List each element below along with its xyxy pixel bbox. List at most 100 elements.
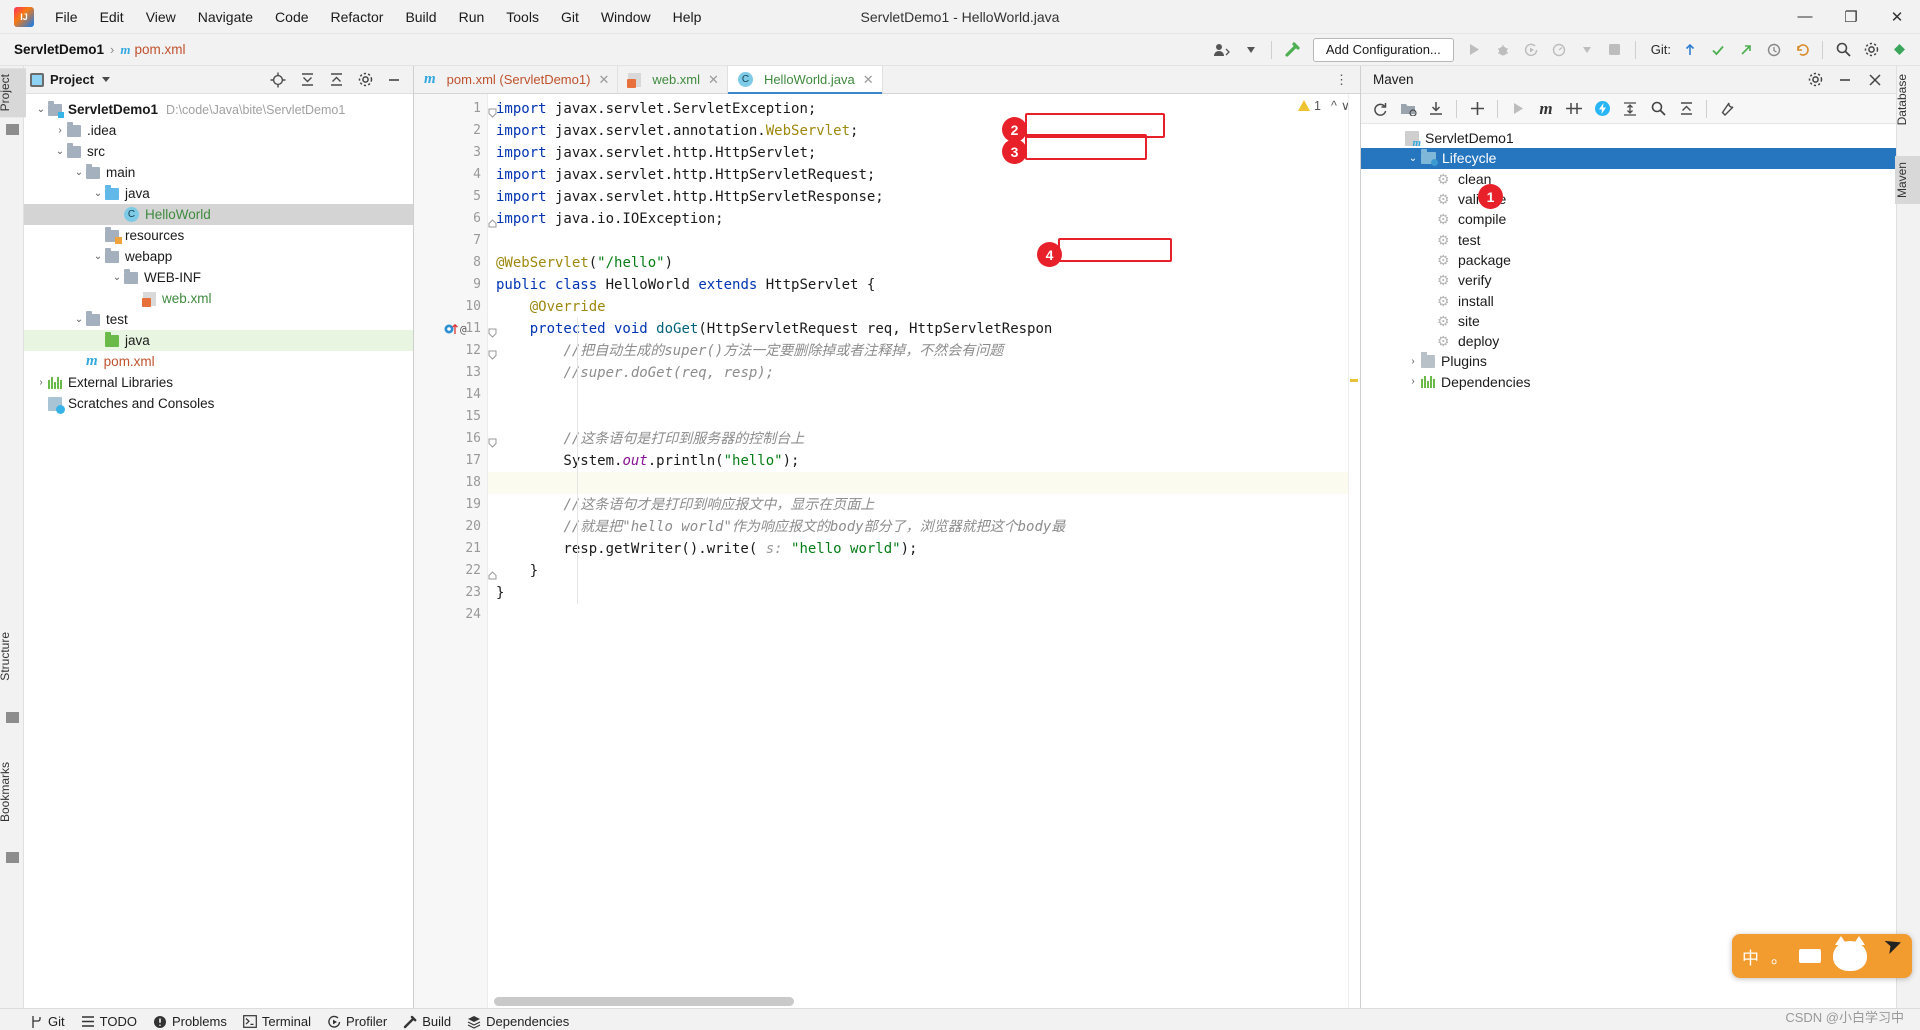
- editor-marker-strip[interactable]: [1348, 94, 1360, 1008]
- menu-item-refactor[interactable]: Refactor: [320, 4, 395, 30]
- tree-node-helloworld[interactable]: C HelloWorld: [24, 204, 413, 225]
- bottom-tab-profiler[interactable]: Profiler: [323, 1014, 399, 1029]
- close-tab-icon[interactable]: ✕: [708, 72, 719, 88]
- maven-node-servletdemo1[interactable]: ServletDemo1: [1361, 128, 1896, 149]
- gutter-line[interactable]: 15: [414, 406, 487, 428]
- maven-settings-gear-icon[interactable]: [1802, 67, 1828, 93]
- tree-node-webapp[interactable]: ⌄ webapp: [24, 246, 413, 267]
- run-coverage-icon[interactable]: [1518, 37, 1544, 63]
- settings-gear-icon[interactable]: [1858, 37, 1884, 63]
- code-editor[interactable]: 1 2 3 4 5 6 7 8 9 10 11 @12 13 14 15 16 17 18 19 20 21 22 23 24…: [414, 94, 1360, 1008]
- tree-expand-arrow-icon[interactable]: ⌄: [72, 314, 86, 325]
- expand-all-icon[interactable]: [294, 67, 320, 93]
- tree-expand-arrow-icon[interactable]: ⌄: [34, 104, 48, 115]
- tree-node-main[interactable]: ⌄ main: [24, 162, 413, 183]
- locate-file-icon[interactable]: [265, 67, 291, 93]
- tree-node-test[interactable]: ⌄ test: [24, 309, 413, 330]
- code-line[interactable]: }: [488, 582, 1360, 604]
- collapse-tree-icon[interactable]: [1673, 97, 1699, 121]
- stop-icon[interactable]: [1602, 37, 1628, 63]
- code-line[interactable]: [488, 472, 1360, 494]
- maven-tree[interactable]: ServletDemo1⌄Lifecycle⚙clean⚙validate⚙co…: [1361, 124, 1896, 1008]
- code-line[interactable]: [488, 604, 1360, 626]
- sidebar-tab-database[interactable]: Database: [1895, 68, 1920, 131]
- editor-tabs-options-icon[interactable]: ⋮: [1323, 66, 1360, 93]
- menu-item-edit[interactable]: Edit: [89, 4, 135, 30]
- execute-maven-goal-icon[interactable]: m: [1533, 97, 1559, 121]
- tree-expand-arrow-icon[interactable]: ›: [1405, 376, 1421, 387]
- code-line[interactable]: System.out.println("hello");: [488, 450, 1360, 472]
- profile-icon[interactable]: [1546, 37, 1572, 63]
- code-line[interactable]: protected void doGet(HttpServletRequest …: [488, 318, 1360, 340]
- run-maven-goal-icon[interactable]: [1505, 97, 1531, 121]
- run-icon[interactable]: [1462, 37, 1488, 63]
- sidebar-tab-project[interactable]: Project: [0, 68, 26, 118]
- gutter-line[interactable]: 21: [414, 538, 487, 560]
- maven-node-deploy[interactable]: ⚙ deploy: [1361, 331, 1896, 351]
- line-number-gutter[interactable]: 1 2 3 4 5 6 7 8 9 10 11 @12 13 14 15 16 17 18 19 20 21 22 23 24: [414, 94, 497, 1008]
- code-line[interactable]: import javax.servlet.ServletException;: [488, 98, 1360, 120]
- maven-node-validate[interactable]: ⚙validate: [1361, 189, 1896, 209]
- horizontal-scrollbar[interactable]: [494, 997, 794, 1006]
- ime-keyboard-icon[interactable]: [1799, 949, 1822, 963]
- menu-item-build[interactable]: Build: [394, 4, 447, 30]
- project-strip-icon[interactable]: [6, 124, 19, 135]
- maven-node-install[interactable]: ⚙ install: [1361, 290, 1896, 310]
- close-tab-icon[interactable]: ✕: [863, 72, 874, 88]
- maven-node-compile[interactable]: ⚙ compile: [1361, 209, 1896, 229]
- code-line[interactable]: }: [488, 560, 1360, 582]
- git-commit-icon[interactable]: [1705, 37, 1731, 63]
- download-sources-icon[interactable]: [1423, 97, 1449, 121]
- tree-node-src[interactable]: ⌄ src: [24, 141, 413, 162]
- gutter-line[interactable]: 22: [414, 560, 497, 582]
- bottom-tab-git[interactable]: Git: [26, 1014, 77, 1029]
- inspection-widget[interactable]: 1 ^ ∨: [1298, 98, 1350, 113]
- ime-punctuation-label[interactable]: 。: [1771, 944, 1787, 968]
- collapse-all-icon[interactable]: [323, 67, 349, 93]
- git-history-icon[interactable]: [1761, 37, 1787, 63]
- gutter-line[interactable]: 24: [414, 604, 487, 626]
- gutter-line[interactable]: 7: [414, 230, 487, 252]
- maven-close-icon[interactable]: [1862, 67, 1888, 93]
- tree-expand-arrow-icon[interactable]: ⌄: [91, 188, 105, 199]
- sidebar-tab-structure[interactable]: Structure: [0, 626, 26, 687]
- menu-item-tools[interactable]: Tools: [495, 4, 550, 30]
- menu-item-navigate[interactable]: Navigate: [187, 4, 264, 30]
- maven-node-plugins[interactable]: › Plugins: [1361, 351, 1896, 371]
- menu-item-code[interactable]: Code: [264, 4, 319, 30]
- code-line[interactable]: public class HelloWorld extends HttpServ…: [488, 274, 1360, 296]
- tree-node--idea[interactable]: › .idea: [24, 120, 413, 141]
- tree-expand-arrow-icon[interactable]: ›: [53, 125, 67, 136]
- gutter-line[interactable]: 4: [414, 164, 487, 186]
- maven-node-clean[interactable]: ⚙ clean: [1361, 169, 1896, 189]
- warning-marker[interactable]: [1350, 379, 1358, 382]
- code-line[interactable]: [488, 406, 1360, 428]
- tree-node-servletdemo1[interactable]: ⌄ ServletDemo1 D:\code\Java\bite\ServletDe…: [24, 99, 413, 120]
- gutter-line[interactable]: 18: [414, 472, 487, 494]
- maven-node-site[interactable]: ⚙ site: [1361, 311, 1896, 331]
- gutter-line[interactable]: 8: [414, 252, 487, 274]
- tree-node-pom-xml[interactable]: m pom.xml: [24, 351, 413, 372]
- code-line[interactable]: import java.io.IOException;: [488, 208, 1360, 230]
- add-configuration-button[interactable]: Add Configuration...: [1312, 37, 1454, 62]
- breadcrumb-project[interactable]: ServletDemo1: [14, 42, 104, 57]
- maven-node-verify[interactable]: ⚙ verify: [1361, 270, 1896, 290]
- chevron-down-icon[interactable]: [1238, 37, 1264, 63]
- sidebar-tab-bookmarks[interactable]: Bookmarks: [0, 756, 26, 828]
- code-line[interactable]: import javax.servlet.http.HttpServlet;: [488, 142, 1360, 164]
- git-push-icon[interactable]: [1733, 37, 1759, 63]
- code-line[interactable]: import javax.servlet.http.HttpServletRes…: [488, 186, 1360, 208]
- build-hammer-icon[interactable]: [1279, 37, 1305, 63]
- toggle-offline-icon[interactable]: [1589, 97, 1615, 121]
- tree-node-java[interactable]: ⌄ java: [24, 183, 413, 204]
- gutter-line[interactable]: 5: [414, 186, 487, 208]
- gutter-line[interactable]: 1: [414, 98, 497, 120]
- maximize-button[interactable]: ❐: [1828, 0, 1874, 34]
- override-method-marker-icon[interactable]: @: [444, 322, 470, 336]
- ime-language-label[interactable]: 中: [1742, 944, 1759, 969]
- code-line[interactable]: resp.getWriter().write( s: "hello world"…: [488, 538, 1360, 560]
- gutter-line[interactable]: 2: [414, 120, 487, 142]
- maven-node-dependencies[interactable]: › Dependencies: [1361, 372, 1896, 392]
- sidebar-tab-maven[interactable]: Maven: [1895, 156, 1920, 205]
- gutter-line[interactable]: 17: [414, 450, 487, 472]
